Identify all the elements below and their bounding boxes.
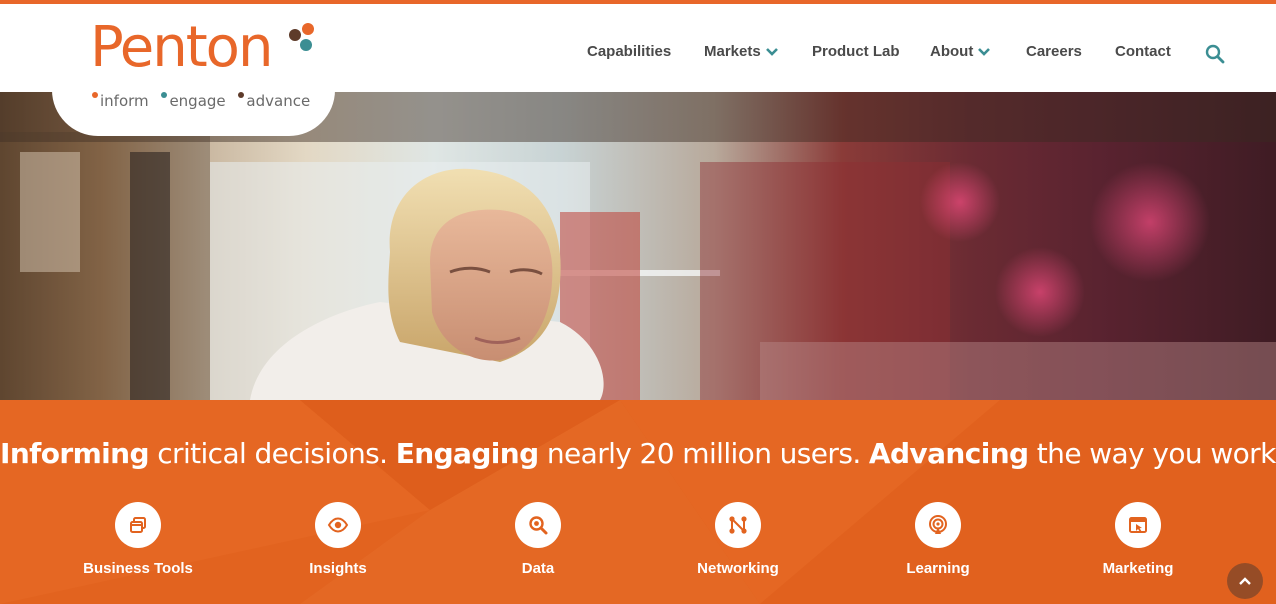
broadcast-icon (929, 515, 947, 534)
feature-learning[interactable]: Learning (838, 502, 1038, 577)
nav-item-product-lab[interactable]: Product Lab (812, 42, 900, 62)
feature-marketing[interactable]: Marketing (1038, 502, 1238, 577)
feature-label: Business Tools (83, 560, 193, 577)
chevron-down-icon (765, 48, 778, 56)
feature-label: Networking (697, 560, 779, 577)
feature-label: Insights (309, 560, 367, 577)
tagline-word: inform (100, 92, 149, 110)
magnifier-icon (529, 516, 548, 535)
brown-dot-icon (238, 92, 245, 98)
logo-dots-icon (289, 23, 314, 51)
orange-dot-icon (92, 92, 98, 98)
windows-icon (130, 517, 146, 533)
feature-icon-circle (915, 502, 961, 548)
chevron-down-icon (978, 48, 991, 56)
feature-icon-circle (1115, 502, 1161, 548)
nav-item-label: Capabilities (587, 43, 672, 60)
eye-icon (327, 517, 349, 533)
tagline-word: engage (169, 92, 226, 110)
logo-tagline: inform engage advance (92, 92, 318, 110)
value-proposition-banner: Informing critical decisions. Engaging n… (0, 400, 1276, 604)
nav-item-label: Product Lab (812, 43, 900, 60)
search-icon[interactable] (1205, 44, 1225, 64)
nav-item-label: Markets (704, 43, 761, 60)
feature-icon-circle (315, 502, 361, 548)
feature-networking[interactable]: Networking (638, 502, 838, 577)
headline-bold-3: Advancing (868, 437, 1029, 470)
feature-icon-circle (115, 502, 161, 548)
browser-cursor-icon (1129, 517, 1147, 533)
logo[interactable]: Penton inform engage advance (52, 4, 335, 136)
banner-headline: Informing critical decisions. Engaging n… (0, 438, 1276, 470)
headline-bold-1: Informing (0, 437, 150, 470)
tagline-word: advance (246, 92, 311, 110)
headline-text-1: critical decisions. (148, 437, 396, 470)
nav-item-careers[interactable]: Careers (1026, 42, 1082, 62)
nav-item-label: Careers (1026, 43, 1082, 60)
teal-dot-icon (161, 92, 168, 98)
hero-photo-illustration (0, 92, 1276, 400)
back-to-top-button[interactable] (1227, 563, 1263, 599)
nav-item-label: About (930, 43, 974, 60)
nav-item-contact[interactable]: Contact (1115, 42, 1171, 62)
nav-item-label: Contact (1115, 43, 1171, 60)
feature-label: Data (521, 560, 555, 577)
feature-insights[interactable]: Insights (238, 502, 438, 577)
headline-text-3: the way you work. (1028, 437, 1276, 470)
chevron-up-icon (1239, 577, 1251, 585)
network-icon (729, 516, 747, 534)
hero-image (0, 92, 1276, 400)
headline-text-2: nearly 20 million users. (538, 437, 869, 470)
feature-icon-circle (515, 502, 561, 548)
feature-business-tools[interactable]: Business Tools (38, 502, 238, 577)
nav-item-markets[interactable]: Markets (704, 42, 778, 62)
headline-bold-2: Engaging (395, 437, 539, 470)
nav-item-capabilities[interactable]: Capabilities (587, 42, 671, 62)
feature-icon-circle (715, 502, 761, 548)
logo-wordmark: Penton (90, 15, 273, 80)
nav-item-about[interactable]: About (930, 42, 991, 62)
feature-data[interactable]: Data (438, 502, 638, 577)
feature-label: Learning (906, 560, 970, 577)
feature-label: Marketing (1102, 560, 1174, 577)
